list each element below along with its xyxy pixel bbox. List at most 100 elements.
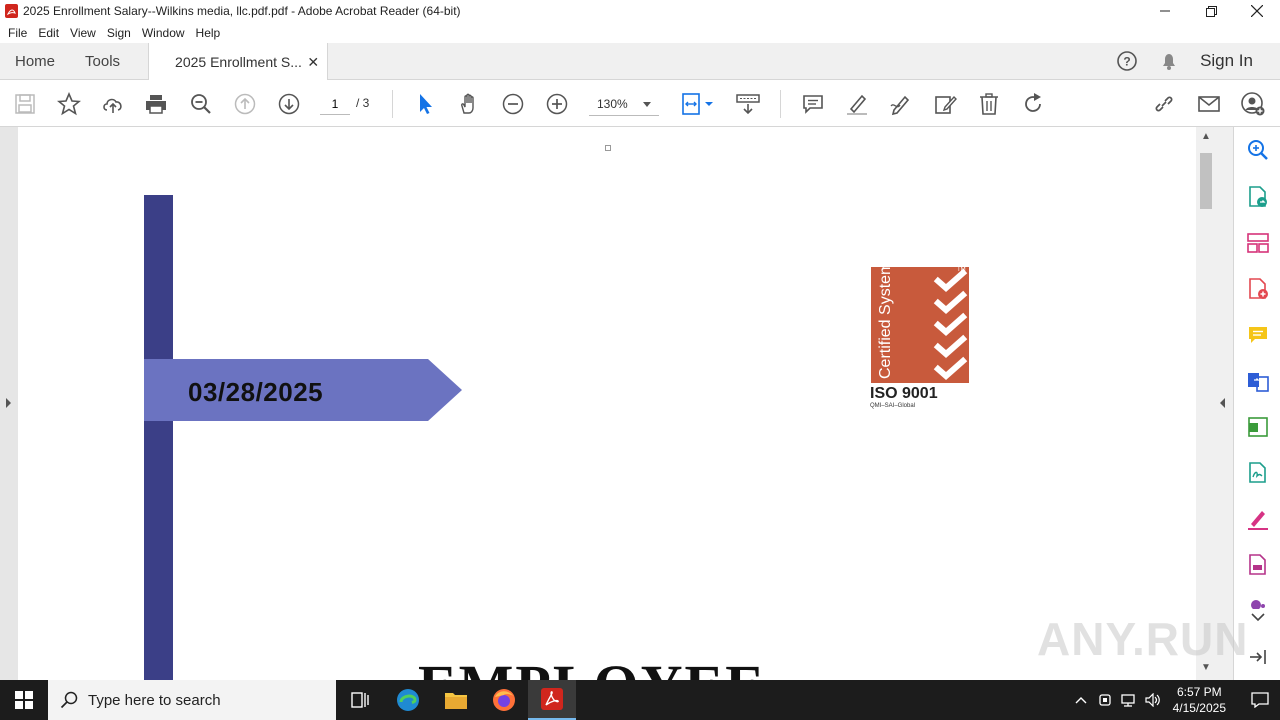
windows-taskbar: Type here to search 6:57 PM 4/15/2025	[0, 680, 1280, 720]
collapse-panel-icon	[1250, 650, 1266, 664]
right-panel-toggle[interactable]	[1216, 127, 1233, 680]
select-tool-button[interactable]	[413, 92, 437, 116]
print-button[interactable]	[144, 92, 168, 116]
page-total: / 3	[356, 96, 370, 110]
tab-home[interactable]: Home	[0, 43, 70, 79]
tool-comment[interactable]	[1246, 323, 1270, 347]
email-button[interactable]	[1197, 92, 1221, 116]
arrow-down-circle-icon	[278, 93, 300, 115]
edit-document-icon	[935, 95, 957, 114]
start-button[interactable]	[0, 680, 48, 720]
network-tray-icon[interactable]	[1117, 693, 1141, 707]
tab-tools[interactable]: Tools	[70, 43, 135, 79]
trash-icon	[980, 93, 998, 115]
compress-icon	[1248, 417, 1268, 437]
collapse-tools-panel-button[interactable]	[1246, 645, 1270, 669]
scrolling-mode-button[interactable]	[736, 92, 760, 116]
action-center-button[interactable]	[1240, 692, 1280, 708]
firefox-taskbar-button[interactable]	[480, 680, 528, 720]
expand-tools-button[interactable]	[1246, 609, 1270, 625]
taskbar-clock[interactable]: 6:57 PM 4/15/2025	[1173, 684, 1226, 716]
tool-more[interactable]	[1246, 595, 1270, 609]
menu-view[interactable]: View	[66, 26, 100, 40]
highlight-button[interactable]	[845, 92, 869, 116]
sign-in-button[interactable]: Sign In	[1200, 51, 1253, 71]
search-zoom-icon	[1248, 140, 1268, 160]
document-date: 03/28/2025	[188, 377, 324, 407]
vertical-scrollbar[interactable]: ▲ ▼	[1196, 127, 1216, 680]
task-view-button[interactable]	[336, 680, 384, 720]
tool-organize-pages[interactable]	[1246, 231, 1270, 255]
close-tab-icon[interactable]: ✕	[307, 54, 319, 71]
zoom-level-dropdown[interactable]: 130%	[589, 93, 659, 116]
expand-left-icon	[6, 398, 11, 408]
page-number-input[interactable]	[320, 93, 350, 115]
left-panel-toggle[interactable]	[0, 127, 18, 680]
zoom-out-find-button[interactable]	[189, 92, 213, 116]
menu-help[interactable]: Help	[192, 26, 225, 40]
tool-search[interactable]	[1246, 138, 1270, 162]
tool-fill-and-sign[interactable]	[1246, 507, 1270, 531]
zoom-out-button[interactable]	[501, 92, 525, 116]
show-hidden-icons-button[interactable]	[1069, 696, 1093, 704]
menu-file[interactable]: File	[4, 26, 31, 40]
document-heading: EMPLOYEE	[418, 652, 766, 680]
tool-edit-pdf[interactable]	[1246, 553, 1270, 577]
tool-export-pdf[interactable]	[1246, 185, 1270, 209]
chevron-up-icon	[1075, 697, 1087, 704]
link-icon	[1155, 96, 1173, 112]
acrobat-taskbar-button[interactable]	[528, 680, 576, 720]
edge-taskbar-button[interactable]	[384, 680, 432, 720]
comment-button[interactable]	[801, 92, 825, 116]
menu-edit[interactable]: Edit	[34, 26, 63, 40]
draw-button[interactable]	[889, 92, 913, 116]
zoom-in-button[interactable]	[545, 92, 569, 116]
tool-create-pdf[interactable]	[1246, 277, 1270, 301]
fit-page-button[interactable]	[681, 92, 715, 116]
taskbar-search-placeholder: Type here to search	[88, 691, 221, 709]
rotate-button[interactable]	[1021, 92, 1045, 116]
add-user-button[interactable]	[1241, 92, 1265, 116]
volume-tray-icon[interactable]	[1141, 693, 1165, 707]
minimize-button[interactable]	[1142, 0, 1188, 22]
pen-sign-icon	[890, 95, 910, 116]
tab-document[interactable]: 2025 Enrollment S... ✕	[148, 43, 329, 81]
tool-compress[interactable]	[1246, 415, 1270, 439]
tool-send-for-signature[interactable]	[1246, 461, 1270, 485]
help-icon[interactable]: ?	[1116, 50, 1138, 72]
share-link-button[interactable]	[1152, 92, 1176, 116]
magnifier-minus-icon	[191, 94, 211, 114]
notifications-bell-icon[interactable]	[1158, 50, 1180, 72]
more-tools-icon	[1251, 600, 1265, 609]
previous-page-button[interactable]	[233, 92, 257, 116]
scroll-up-icon[interactable]: ▲	[1201, 131, 1211, 142]
next-page-button[interactable]	[277, 92, 301, 116]
save-button[interactable]	[13, 92, 37, 116]
menu-window[interactable]: Window	[138, 26, 189, 40]
window-titlebar: 2025 Enrollment Salary--Wilkins media, l…	[0, 0, 1280, 22]
taskbar-search-box[interactable]: Type here to search	[48, 680, 336, 720]
printer-icon	[146, 95, 166, 114]
minimize-icon	[1160, 10, 1170, 12]
pdf-page[interactable]: 03/28/2025 TM Certified System ISO 9001 …	[18, 127, 1196, 680]
maximize-button[interactable]	[1188, 0, 1234, 22]
mail-icon	[1198, 96, 1220, 112]
tool-combine-files[interactable]	[1246, 369, 1270, 393]
restore-icon	[1205, 5, 1217, 17]
usb-device-icon	[1098, 694, 1111, 706]
device-tray-icon[interactable]	[1093, 693, 1117, 707]
star-icon	[57, 92, 81, 116]
folder-icon	[445, 693, 467, 709]
close-window-button[interactable]	[1234, 0, 1280, 22]
fill-sign-button[interactable]	[933, 92, 957, 116]
upload-button[interactable]	[101, 92, 125, 116]
tab-document-label: 2025 Enrollment S...	[175, 54, 302, 70]
clock-time: 6:57 PM	[1176, 685, 1222, 699]
delete-button[interactable]	[977, 92, 1001, 116]
file-explorer-taskbar-button[interactable]	[432, 680, 480, 720]
hand-tool-button[interactable]	[457, 92, 481, 116]
bookmark-button[interactable]	[57, 92, 81, 116]
firefox-icon	[493, 689, 515, 711]
menu-sign[interactable]: Sign	[103, 26, 135, 40]
scrollbar-thumb[interactable]	[1200, 153, 1212, 209]
